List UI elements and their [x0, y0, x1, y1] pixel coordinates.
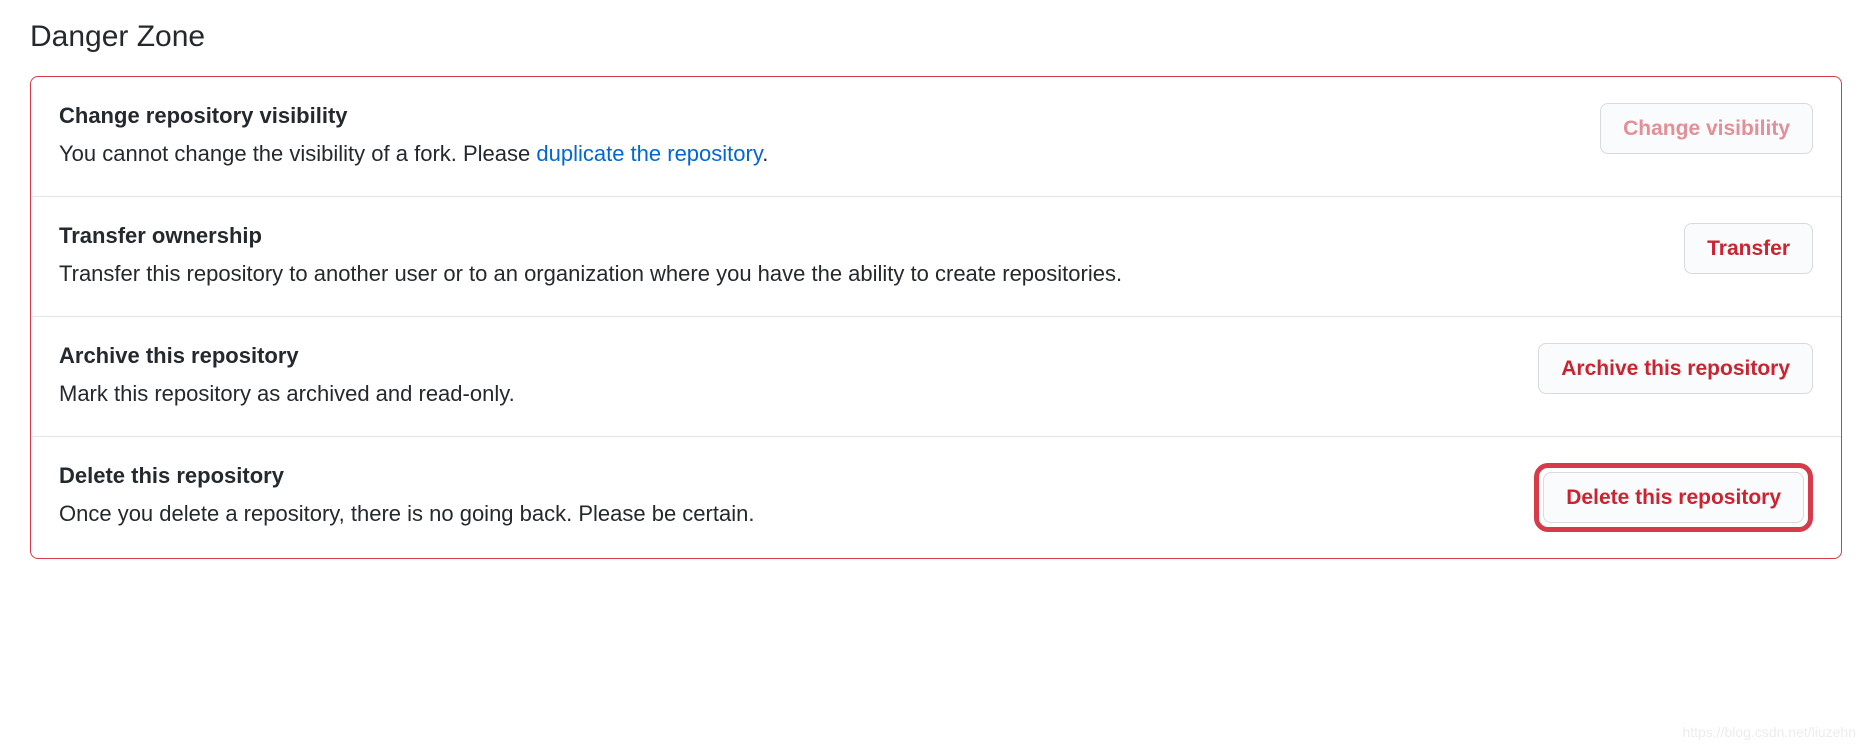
- change-visibility-button-wrap: Change visibility: [1600, 103, 1813, 154]
- delete-repository-button[interactable]: Delete this repository: [1543, 472, 1804, 523]
- transfer-button[interactable]: Transfer: [1684, 223, 1813, 274]
- delete-button-highlight: Delete this repository: [1534, 463, 1813, 532]
- transfer-ownership-heading: Transfer ownership: [59, 223, 1660, 249]
- archive-button-wrap: Archive this repository: [1538, 343, 1813, 394]
- transfer-ownership-row: Transfer ownership Transfer this reposit…: [31, 197, 1841, 317]
- archive-repository-desc: Mark this repository as archived and rea…: [59, 377, 1514, 410]
- transfer-button-wrap: Transfer: [1684, 223, 1813, 274]
- transfer-ownership-text: Transfer ownership Transfer this reposit…: [59, 223, 1684, 290]
- delete-repository-desc: Once you delete a repository, there is n…: [59, 497, 1510, 530]
- change-visibility-desc: You cannot change the visibility of a fo…: [59, 137, 1576, 170]
- change-visibility-desc-prefix: You cannot change the visibility of a fo…: [59, 141, 536, 166]
- delete-repository-text: Delete this repository Once you delete a…: [59, 463, 1534, 530]
- watermark: https://blog.csdn.net/liuzehn: [1682, 724, 1856, 740]
- change-visibility-row: Change repository visibility You cannot …: [31, 77, 1841, 197]
- danger-zone-title: Danger Zone: [30, 20, 1842, 54]
- delete-repository-row: Delete this repository Once you delete a…: [31, 437, 1841, 558]
- change-visibility-button: Change visibility: [1600, 103, 1813, 154]
- delete-repository-heading: Delete this repository: [59, 463, 1510, 489]
- danger-zone-box: Change repository visibility You cannot …: [30, 76, 1842, 559]
- change-visibility-desc-suffix: .: [762, 141, 768, 166]
- archive-repository-text: Archive this repository Mark this reposi…: [59, 343, 1538, 410]
- transfer-ownership-desc: Transfer this repository to another user…: [59, 257, 1660, 290]
- duplicate-repository-link[interactable]: duplicate the repository: [536, 141, 762, 166]
- archive-repository-button[interactable]: Archive this repository: [1538, 343, 1813, 394]
- archive-repository-row: Archive this repository Mark this reposi…: [31, 317, 1841, 437]
- delete-button-wrap: Delete this repository: [1534, 463, 1813, 532]
- archive-repository-heading: Archive this repository: [59, 343, 1514, 369]
- change-visibility-text: Change repository visibility You cannot …: [59, 103, 1600, 170]
- change-visibility-heading: Change repository visibility: [59, 103, 1576, 129]
